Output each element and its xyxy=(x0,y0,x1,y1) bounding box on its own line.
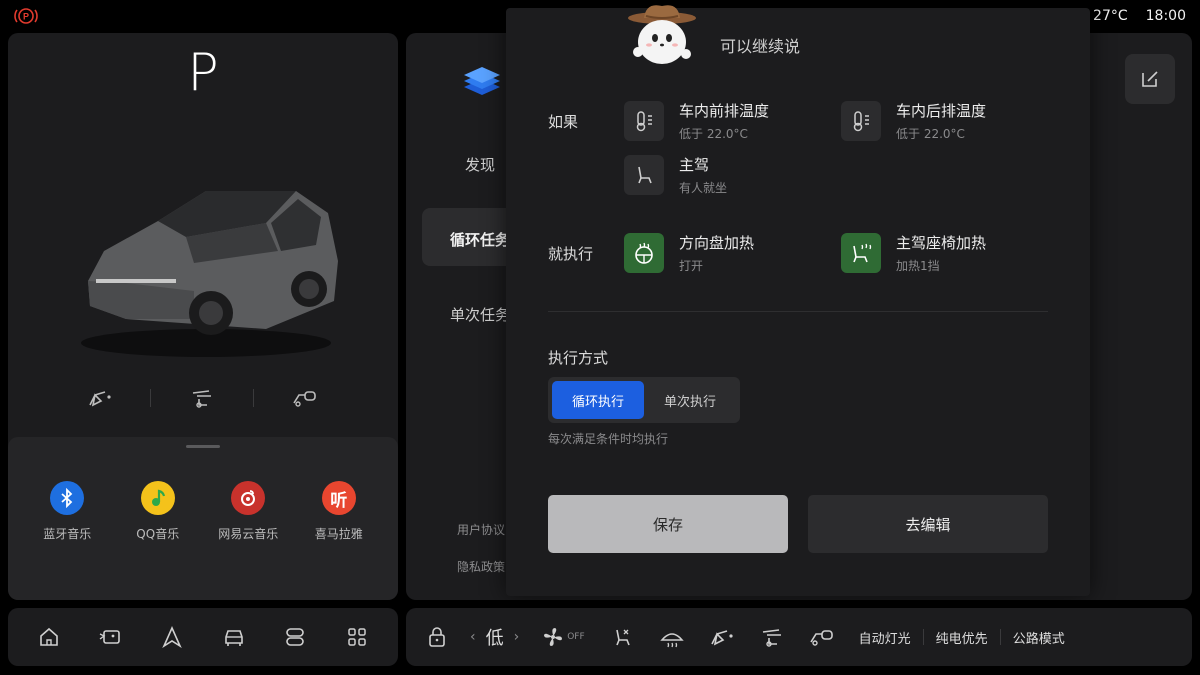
action-subtitle: 加热1挡 xyxy=(896,259,940,273)
app-netease-music[interactable]: 网易云音乐 xyxy=(204,481,292,542)
condition-subtitle: 低于 22.0°C xyxy=(896,127,965,141)
media-icon[interactable] xyxy=(93,620,127,654)
car-icon[interactable] xyxy=(217,620,251,654)
assistant-mascot-icon xyxy=(626,4,698,68)
layers-icon xyxy=(460,63,504,103)
fan-level: 低 xyxy=(485,628,504,649)
front-door-icon[interactable] xyxy=(87,387,113,409)
condition-driver-seat[interactable]: 主驾 有人就坐 xyxy=(624,155,844,196)
then-label: 就执行 xyxy=(548,245,594,263)
app-ximalaya[interactable]: 听 喜马拉雅 xyxy=(295,481,383,542)
app-label: QQ音乐 xyxy=(136,527,180,541)
seat-heat-icon xyxy=(841,233,881,273)
fan-state: OFF xyxy=(567,632,585,642)
condition-title: 车内前排温度 xyxy=(679,102,770,120)
gear-indicator: P xyxy=(187,43,219,103)
clock: 18:00 xyxy=(1145,8,1186,24)
home-icon[interactable] xyxy=(32,620,66,654)
front-door-icon[interactable] xyxy=(705,620,739,654)
netease-music-icon xyxy=(231,481,266,515)
parking-brake-icon: P xyxy=(14,6,38,26)
ev-priority-button[interactable]: 纯电优先 xyxy=(924,628,1000,647)
condition-subtitle: 有人就坐 xyxy=(679,181,728,195)
if-label: 如果 xyxy=(548,113,579,131)
fan-decrease-icon[interactable]: ‹ xyxy=(470,629,476,645)
status-right: 27°C 18:00 xyxy=(1093,8,1186,24)
lock-icon[interactable] xyxy=(420,620,454,654)
app-label: 喜马拉雅 xyxy=(314,527,363,541)
road-mode-button[interactable]: 公路模式 xyxy=(1001,628,1077,647)
fan-icon xyxy=(544,628,563,646)
execution-mode-toggle: 循环执行 单次执行 xyxy=(548,377,740,423)
nav-item-loop-tasks[interactable]: 循环任务 xyxy=(450,229,510,250)
app-bluetooth-music[interactable]: 蓝牙音乐 xyxy=(23,481,111,542)
go-edit-button[interactable]: 去编辑 xyxy=(808,495,1048,553)
user-agreement-link[interactable]: 用户协议 xyxy=(457,521,505,538)
svg-text:P: P xyxy=(23,12,29,22)
app-label: 蓝牙音乐 xyxy=(43,527,92,541)
divider xyxy=(150,389,152,407)
condition-front-temperature[interactable]: 车内前排温度 低于 22.0°C xyxy=(624,101,844,142)
tailgate-icon[interactable] xyxy=(755,620,789,654)
fan-increase-icon[interactable]: › xyxy=(514,629,520,645)
vehicle-controls xyxy=(8,378,398,418)
charge-port-icon[interactable] xyxy=(805,620,839,654)
action-steering-wheel-heat[interactable]: 方向盘加热 打开 xyxy=(624,233,844,274)
action-subtitle: 打开 xyxy=(679,259,704,273)
condition-subtitle: 低于 22.0°C xyxy=(679,127,748,141)
dock-right: ‹ 低 › OFF 自动灯光 纯电优先 公路模式 xyxy=(406,608,1192,666)
divider xyxy=(252,389,254,407)
grid-icon[interactable] xyxy=(340,620,374,654)
privacy-policy-link[interactable]: 隐私政策 xyxy=(457,558,505,575)
voice-hint: 可以继续说 xyxy=(720,37,801,56)
mode-loop-option[interactable]: 循环执行 xyxy=(552,381,644,419)
execution-mode-label: 执行方式 xyxy=(548,349,609,367)
seat-icon xyxy=(624,155,664,195)
nav-item-single-tasks[interactable]: 单次任务 xyxy=(450,304,510,325)
outside-temperature: 27°C xyxy=(1093,8,1128,24)
seat-ventilation-icon[interactable] xyxy=(605,620,639,654)
fan-toggle[interactable]: OFF xyxy=(541,625,585,649)
car-image[interactable] xyxy=(66,151,346,371)
thermometer-icon xyxy=(624,101,664,141)
save-button[interactable]: 保存 xyxy=(548,495,788,553)
condition-rear-temperature[interactable]: 车内后排温度 低于 22.0°C xyxy=(841,101,1061,142)
vehicle-card: P 蓝牙音乐 QQ音乐 网易云音乐 听 喜马拉雅 xyxy=(8,33,398,600)
bluetooth-icon xyxy=(50,481,85,515)
condition-title: 车内后排温度 xyxy=(896,102,987,120)
ximalaya-icon: 听 xyxy=(321,481,356,515)
navigation-icon[interactable] xyxy=(155,620,189,654)
dock-left xyxy=(8,608,398,666)
action-title: 方向盘加热 xyxy=(679,234,755,252)
app-qq-music[interactable]: QQ音乐 xyxy=(114,481,202,542)
defrost-icon[interactable] xyxy=(655,620,689,654)
thermometer-icon xyxy=(841,101,881,141)
app-label: 网易云音乐 xyxy=(218,527,279,541)
mode-hint: 每次满足条件时均执行 xyxy=(548,432,669,446)
mode-single-option[interactable]: 单次执行 xyxy=(644,381,736,419)
qq-music-icon xyxy=(140,481,175,515)
charge-port-icon[interactable] xyxy=(291,387,319,409)
auto-lights-button[interactable]: 自动灯光 xyxy=(847,628,923,647)
divider xyxy=(548,311,1048,312)
action-driver-seat-heat[interactable]: 主驾座椅加热 加热1挡 xyxy=(841,233,1061,274)
drag-handle[interactable] xyxy=(186,445,220,448)
media-panel: 蓝牙音乐 QQ音乐 网易云音乐 听 喜马拉雅 xyxy=(8,437,398,600)
steering-wheel-heat-icon xyxy=(624,233,664,273)
edit-icon xyxy=(1142,71,1158,87)
condition-title: 主驾 xyxy=(679,156,710,174)
scenario-detail-dialog: 可以继续说 如果 车内前排温度 低于 22.0°C 车内后排温度 低于 22.0… xyxy=(506,5,1090,596)
action-title: 主驾座椅加热 xyxy=(896,234,987,252)
edit-button[interactable] xyxy=(1125,54,1175,104)
media-apps: 蓝牙音乐 QQ音乐 网易云音乐 听 喜马拉雅 xyxy=(8,481,398,542)
nav-item-discover[interactable]: 发现 xyxy=(465,154,495,175)
tailgate-icon[interactable] xyxy=(189,387,215,409)
apps-toggle-icon[interactable] xyxy=(278,620,312,654)
